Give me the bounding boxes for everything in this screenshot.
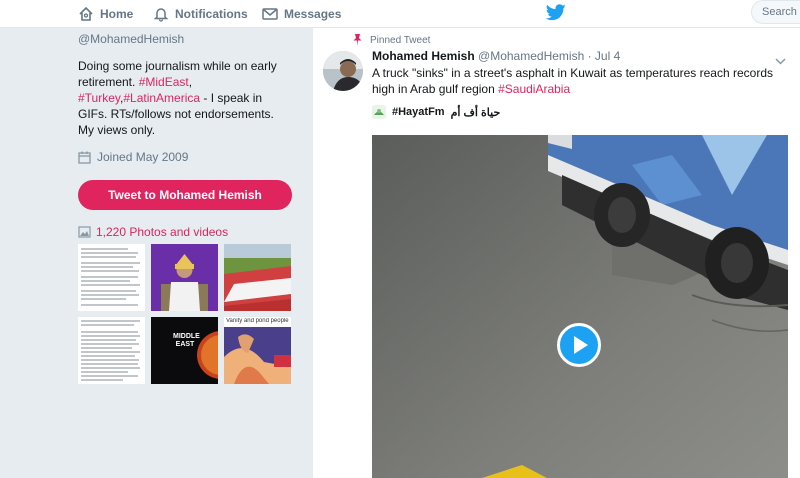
- photos-videos-label: 1,220 Photos and videos: [96, 225, 229, 239]
- article-image: [81, 320, 140, 381]
- media-thumb-middle-east[interactable]: MIDDLE EAST: [151, 317, 218, 384]
- video-frame-image: [372, 135, 788, 478]
- document-image: [81, 248, 140, 306]
- portrait-image: [151, 244, 218, 311]
- source-arabic-name: حياة أف أم: [450, 106, 501, 119]
- profile-bio: Doing some journalism while on early ret…: [78, 58, 288, 138]
- tweet-source[interactable]: #HayatFm حياة أف أم: [372, 105, 500, 119]
- tweet-separator: ·: [584, 49, 595, 63]
- joined-date-label: Joined May 2009: [97, 150, 189, 164]
- tweet-body: A truck "sinks" in a street's asphalt in…: [372, 66, 773, 96]
- bio-text-2: ,: [188, 75, 193, 89]
- timeline: Pinned Tweet Mohamed Hemish @MohamedHemi…: [313, 28, 800, 478]
- home-icon: [79, 6, 93, 21]
- media-thumb-portrait[interactable]: [151, 244, 218, 311]
- bio-hashtag-mideast[interactable]: #MidEast: [139, 75, 189, 89]
- video-still-image: [224, 327, 291, 384]
- media-thumb-document-1[interactable]: [78, 244, 145, 311]
- twitter-bird-icon: [545, 4, 566, 21]
- bio-hashtag-latinamerica[interactable]: #LatinAmerica: [123, 91, 200, 105]
- tweet-hashtag[interactable]: #SaudiArabia: [498, 82, 570, 96]
- source-hashtag: #HayatFm: [392, 106, 445, 118]
- chevron-down-icon: [775, 58, 786, 65]
- top-navigation: Home Notifications Messages Search T: [0, 0, 800, 28]
- tweet-date[interactable]: Jul 4: [595, 49, 620, 63]
- nav-messages-label: Messages: [284, 7, 342, 21]
- pinned-tweet-label: Pinned Tweet: [353, 34, 430, 46]
- bell-icon: [153, 8, 169, 22]
- avatar-image: [323, 51, 363, 91]
- pinned-label-text: Pinned Tweet: [370, 34, 431, 46]
- pin-icon: [353, 34, 362, 46]
- media-thumb-crowd[interactable]: [224, 244, 291, 311]
- photos-videos-link[interactable]: 1,220 Photos and videos: [78, 225, 228, 239]
- tweet-text: A truck "sinks" in a street's asphalt in…: [372, 65, 782, 97]
- profile-sidebar: @MohamedHemish Doing some journalism whi…: [78, 32, 298, 384]
- video-play-button[interactable]: [557, 323, 601, 367]
- bio-hashtag-turkey[interactable]: #Turkey: [78, 91, 120, 105]
- joined-date: Joined May 2009: [78, 150, 298, 164]
- nav-messages[interactable]: Messages: [262, 4, 341, 24]
- tweet-video[interactable]: [372, 135, 788, 478]
- middle-east-caption: MIDDLE EAST: [173, 333, 200, 348]
- nav-notifications-label: Notifications: [175, 7, 248, 21]
- video-still-caption: Vanity and pond people: [226, 318, 289, 324]
- envelope-icon: [262, 8, 278, 20]
- search-placeholder: Search T: [762, 6, 800, 18]
- crowd-image: [224, 244, 291, 311]
- source-logo: [372, 105, 386, 119]
- middle-east-image: [197, 331, 218, 379]
- play-icon: [574, 336, 588, 354]
- calendar-icon: [78, 151, 91, 164]
- twitter-logo[interactable]: [545, 4, 566, 26]
- nav-notifications[interactable]: Notifications: [153, 4, 248, 24]
- media-thumb-video[interactable]: Vanity and pond people: [224, 317, 291, 384]
- nav-home[interactable]: Home: [78, 4, 133, 24]
- source-logo-icon: [374, 109, 384, 115]
- tweet-author-name[interactable]: Mohamed Hemish: [372, 49, 475, 63]
- avatar[interactable]: [323, 51, 363, 91]
- nav-home-label: Home: [100, 7, 134, 21]
- tweet-header: Mohamed Hemish @MohamedHemish · Jul 4: [372, 49, 620, 63]
- media-thumb-document-2[interactable]: [78, 317, 145, 384]
- tweet-author-handle[interactable]: @MohamedHemish: [478, 49, 584, 63]
- image-icon: [78, 226, 91, 238]
- tweet-to-button[interactable]: Tweet to Mohamed Hemish: [78, 180, 292, 210]
- search-input[interactable]: Search T: [751, 0, 800, 24]
- profile-handle[interactable]: @MohamedHemish: [78, 32, 298, 46]
